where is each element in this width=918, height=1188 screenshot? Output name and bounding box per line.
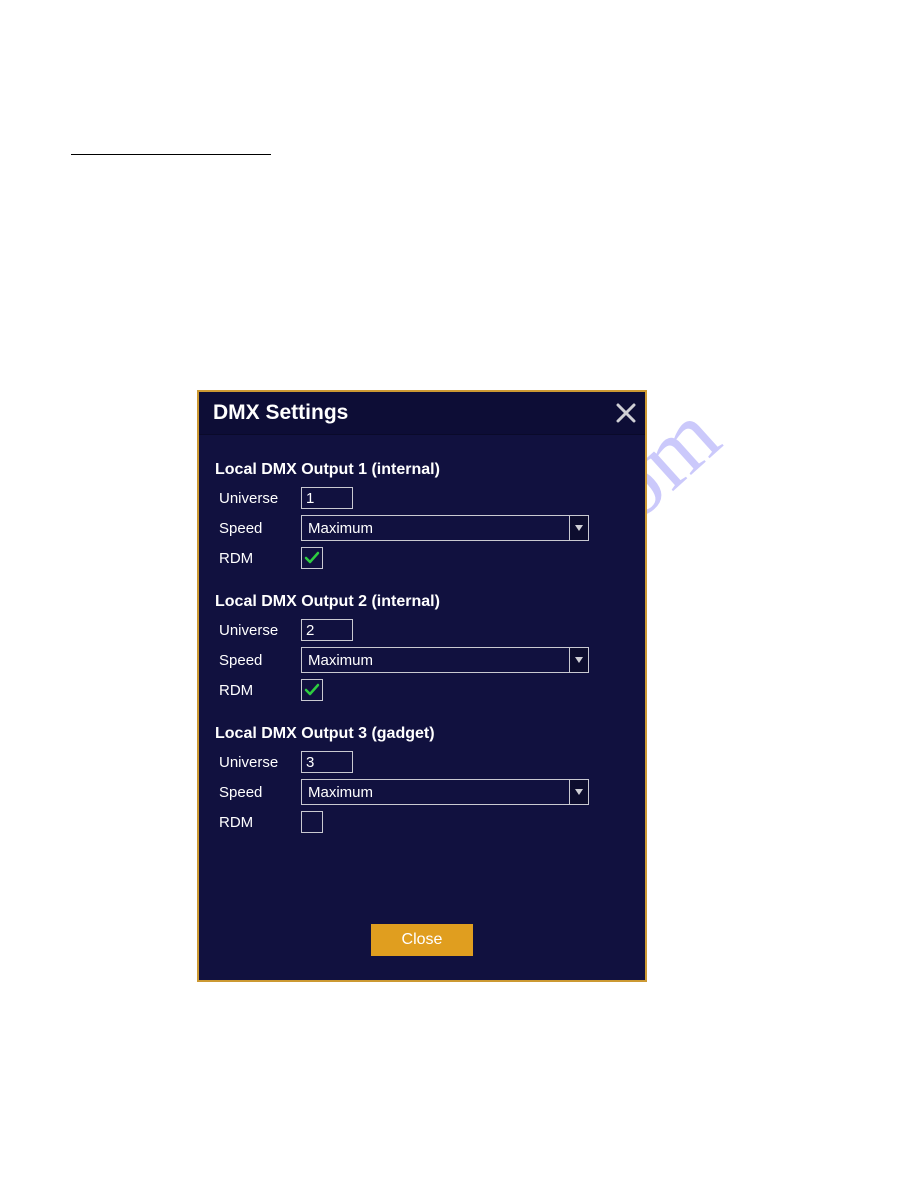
close-icon[interactable]: [614, 401, 638, 425]
close-button[interactable]: Close: [371, 924, 473, 956]
chevron-down-icon: [569, 648, 588, 672]
rdm-checkbox-3[interactable]: [301, 811, 323, 833]
speed-value-1: Maximum: [308, 520, 373, 537]
row-speed-3: Speed Maximum: [215, 779, 629, 805]
label-rdm-3: RDM: [219, 814, 301, 831]
dialog-title: DMX Settings: [213, 401, 348, 425]
speed-select-1[interactable]: Maximum: [301, 515, 589, 541]
rdm-checkbox-2[interactable]: [301, 679, 323, 701]
chevron-down-icon: [569, 780, 588, 804]
speed-value-3: Maximum: [308, 784, 373, 801]
dialog-header: DMX Settings: [199, 392, 645, 435]
row-rdm-2: RDM: [215, 679, 629, 701]
label-speed-2: Speed: [219, 652, 301, 669]
label-rdm-1: RDM: [219, 550, 301, 567]
output-section-2: Local DMX Output 2 (internal) Universe S…: [215, 593, 629, 701]
row-universe-2: Universe: [215, 619, 629, 641]
label-speed-1: Speed: [219, 520, 301, 537]
row-rdm-1: RDM: [215, 547, 629, 569]
output-section-1: Local DMX Output 1 (internal) Universe S…: [215, 461, 629, 569]
output-section-3: Local DMX Output 3 (gadget) Universe Spe…: [215, 725, 629, 833]
row-universe-1: Universe: [215, 487, 629, 509]
label-universe-1: Universe: [219, 490, 301, 507]
row-speed-2: Speed Maximum: [215, 647, 629, 673]
speed-select-3[interactable]: Maximum: [301, 779, 589, 805]
dialog-body: Local DMX Output 1 (internal) Universe S…: [199, 435, 645, 833]
dialog-footer: Close: [199, 924, 645, 956]
row-universe-3: Universe: [215, 751, 629, 773]
row-speed-1: Speed Maximum: [215, 515, 629, 541]
page-heading-underline: [71, 154, 271, 155]
label-universe-2: Universe: [219, 622, 301, 639]
universe-input-3[interactable]: [301, 751, 353, 773]
output-heading-3: Local DMX Output 3 (gadget): [215, 725, 629, 743]
label-rdm-2: RDM: [219, 682, 301, 699]
output-heading-2: Local DMX Output 2 (internal): [215, 593, 629, 611]
label-speed-3: Speed: [219, 784, 301, 801]
rdm-checkbox-1[interactable]: [301, 547, 323, 569]
universe-input-1[interactable]: [301, 487, 353, 509]
speed-value-2: Maximum: [308, 652, 373, 669]
label-universe-3: Universe: [219, 754, 301, 771]
universe-input-2[interactable]: [301, 619, 353, 641]
chevron-down-icon: [569, 516, 588, 540]
speed-select-2[interactable]: Maximum: [301, 647, 589, 673]
row-rdm-3: RDM: [215, 811, 629, 833]
output-heading-1: Local DMX Output 1 (internal): [215, 461, 629, 479]
dmx-settings-dialog: DMX Settings Local DMX Output 1 (interna…: [197, 390, 647, 982]
